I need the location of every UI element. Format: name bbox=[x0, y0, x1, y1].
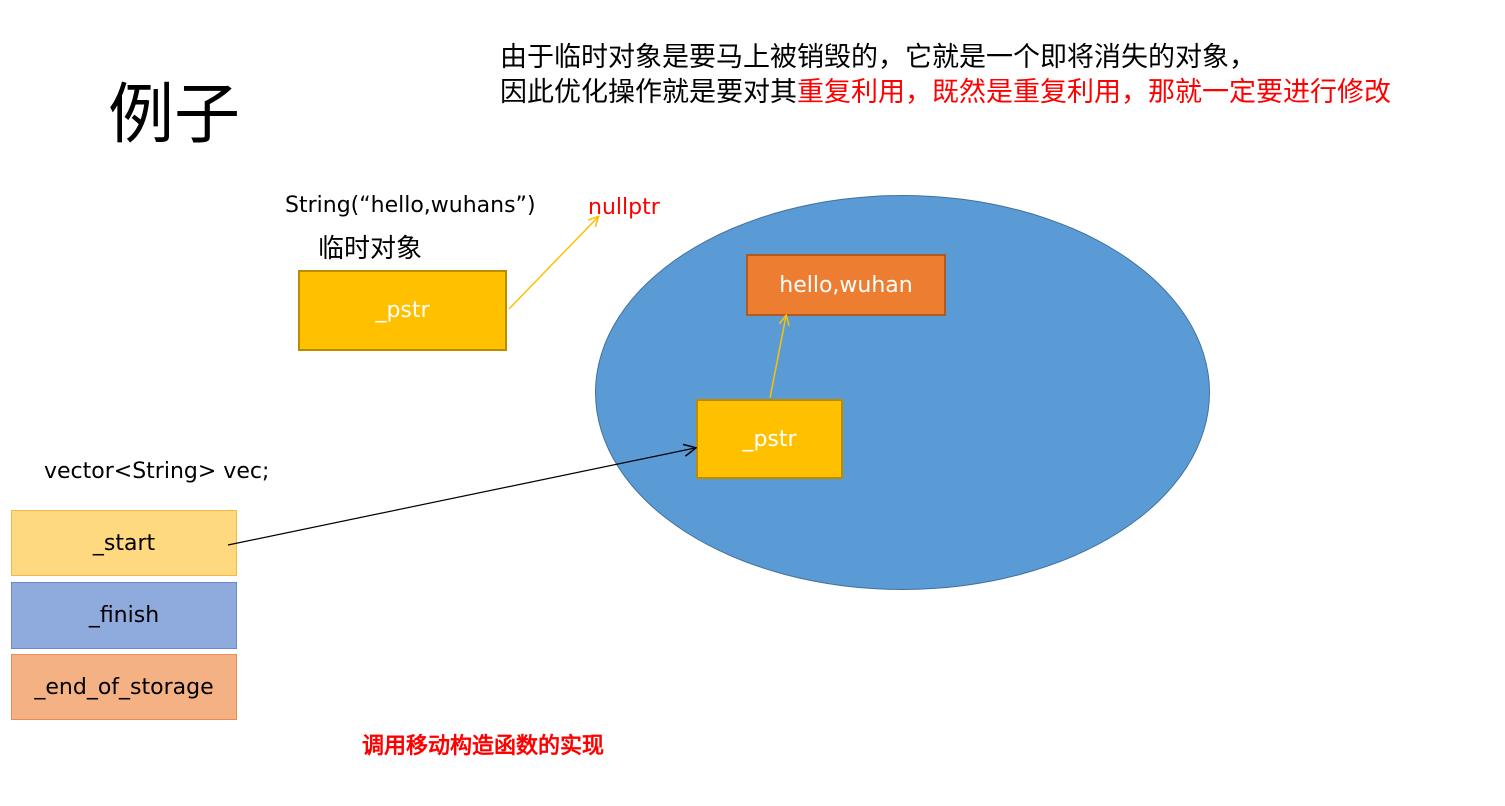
heap-pstr-box: _pstr bbox=[696, 399, 843, 479]
heap-string-box: hello,wuhan bbox=[746, 254, 946, 316]
vector-cell-finish-label: _finish bbox=[88, 603, 160, 628]
heap-string-label: hello,wuhan bbox=[779, 272, 913, 298]
vector-cell-end-of-storage: _end_of_storage bbox=[11, 654, 237, 720]
temp-object-label: 临时对象 bbox=[318, 234, 423, 264]
temp-pstr-box: _pstr bbox=[298, 270, 507, 351]
explanation-note: 由于临时对象是要马上被销毁的，它就是一个即将消失的对象， 因此优化操作就是要对其… bbox=[500, 40, 1391, 110]
note-line-2-black: 因此优化操作就是要对其 bbox=[500, 77, 797, 108]
nullptr-label: nullptr bbox=[588, 195, 660, 220]
vector-cell-start: _start bbox=[11, 510, 237, 576]
heap-pstr-label: _pstr bbox=[742, 426, 797, 452]
note-line-2: 因此优化操作就是要对其重复利用，既然是重复利用，那就一定要进行修改 bbox=[500, 75, 1391, 110]
note-line-1: 由于临时对象是要马上被销毁的，它就是一个即将消失的对象， bbox=[500, 42, 1256, 73]
vector-declaration: vector<String> vec; bbox=[44, 459, 270, 484]
slide-caption: 调用移动构造函数的实现 bbox=[362, 734, 605, 759]
temp-pstr-to-nullptr-arrow bbox=[508, 217, 598, 310]
vector-cell-start-label: _start bbox=[92, 530, 156, 556]
note-line-2-red: 重复利用，既然是重复利用，那就一定要进行修改 bbox=[797, 77, 1391, 108]
temp-constructor-text: String(“hello,wuhans”) bbox=[285, 193, 536, 218]
vector-cell-end-of-storage-label: _end_of_storage bbox=[34, 674, 214, 700]
temp-pstr-label: _pstr bbox=[375, 298, 430, 323]
slide-title: 例子 bbox=[108, 76, 240, 153]
vector-cell-finish: _finish bbox=[11, 582, 237, 649]
